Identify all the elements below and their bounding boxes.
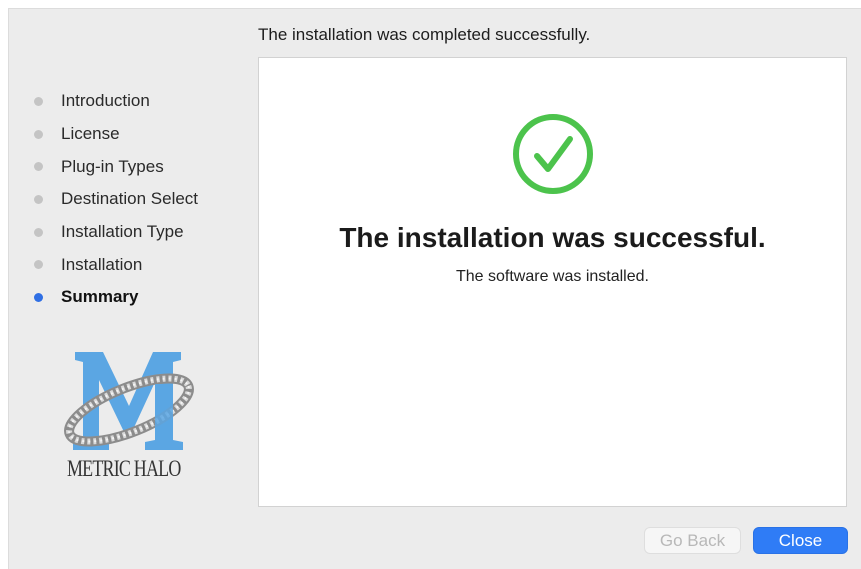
sidebar-item-installation-type: Installation Type [9,216,254,249]
checkmark-circle-icon [513,114,593,194]
sidebar-item-installation: Installation [9,248,254,281]
sidebar-item-destination-select: Destination Select [9,183,254,216]
sidebar-item-label: Introduction [61,91,150,111]
metric-halo-m-icon [64,352,194,450]
sidebar-item-introduction: Introduction [9,85,254,118]
success-message: The software was installed. [456,268,649,285]
sidebar-item-summary: Summary [9,281,254,314]
sidebar-item-plugin-types: Plug-in Types [9,150,254,183]
sidebar-item-label: Installation [61,254,143,274]
step-dot-icon [34,129,43,139]
sidebar-item-label: Installation Type [61,222,184,242]
step-dot-icon [34,194,43,204]
step-dot-icon [34,260,43,270]
step-dot-active-icon [34,292,43,302]
page-title: The installation was completed successfu… [258,25,591,44]
sidebar-item-license: License [9,118,254,151]
sidebar-item-label: Plug-in Types [61,156,164,176]
step-dot-icon [34,162,43,172]
step-dot-icon [34,227,43,237]
step-sidebar: Introduction License Plug-in Types Desti… [9,85,254,314]
go-back-button[interactable]: Go Back [644,527,741,554]
installer-window: The installation was completed successfu… [8,8,861,569]
sidebar-item-label: License [61,124,120,144]
metric-halo-logo: METRIC HALO [59,344,199,489]
logo-text: METRIC HALO [67,456,181,481]
sidebar-item-label: Destination Select [61,189,199,209]
step-dot-icon [34,96,43,106]
sidebar-item-label: Summary [61,287,139,307]
close-button[interactable]: Close [753,527,848,554]
success-heading: The installation was successful. [339,222,766,253]
content-panel: The installation was successful. The sof… [258,57,847,507]
